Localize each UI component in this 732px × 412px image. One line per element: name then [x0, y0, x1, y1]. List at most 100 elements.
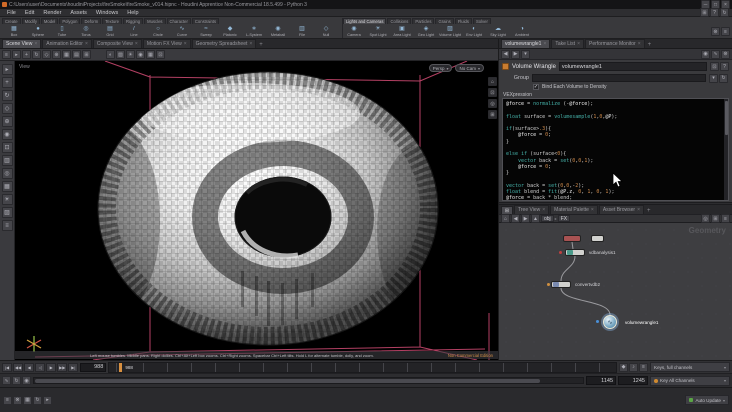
menu-help[interactable]: Help — [123, 10, 142, 16]
network-editor-canvas[interactable]: Geometry vdbanalysis1 convertvdb2 ∿ volu… — [499, 223, 732, 360]
transport-play-button[interactable]: ▶ — [46, 362, 57, 372]
menu-edit[interactable]: Edit — [21, 10, 38, 16]
pane-tab-material-palette[interactable]: Material Palette × — [550, 205, 598, 214]
net-up-icon[interactable]: ▲ — [531, 214, 540, 223]
code-scrollbar-thumb[interactable] — [724, 101, 728, 135]
view-home-icon[interactable]: ⌂ — [488, 77, 497, 86]
memory-icon[interactable]: ▦ — [23, 395, 32, 405]
net-path-obj[interactable]: obj — [541, 215, 554, 222]
menu-assets[interactable]: Assets — [66, 10, 91, 16]
shelf-tool-area-light[interactable]: ▣ Area Light — [390, 26, 414, 37]
node-label-volumewrangle[interactable]: volumewrangle1 — [625, 320, 658, 325]
shelf-tool-metaball[interactable]: ◉ Metaball — [266, 26, 290, 37]
camera-persp-button[interactable]: Persp ▾ — [428, 64, 453, 72]
layout-grid-icon[interactable]: ⊞ — [700, 8, 709, 17]
node-label-vdbanalysis[interactable]: vdbanalysis1 — [589, 250, 616, 255]
close-icon[interactable]: × — [34, 41, 37, 47]
pane-tab-animation-editor[interactable]: Animation Editor × — [42, 39, 92, 48]
cook-icon[interactable]: ↻ — [33, 395, 42, 405]
shelf-tool-box[interactable]: ▦ Box — [2, 26, 26, 37]
shelf-tool-geo-light[interactable]: ◈ Geo Light — [414, 26, 438, 37]
bind-density-checkbox[interactable]: ✓ — [533, 84, 539, 90]
render-region-icon[interactable]: ⊡ — [1, 142, 13, 153]
channel-scope-dropdown[interactable]: Keys, full channels ▾ — [650, 362, 730, 372]
shelf-tool-grid[interactable]: ▤ Grid — [98, 26, 122, 37]
pane-tab-composite-view[interactable]: Composite View × — [92, 39, 142, 48]
net-back-icon[interactable]: ◀ — [511, 214, 520, 223]
light-toggle-icon[interactable]: ☀ — [1, 194, 13, 205]
code-scrollbar[interactable] — [724, 99, 728, 200]
gear-icon[interactable]: ⊛ — [721, 49, 730, 59]
range-end-field[interactable]: 1245 — [618, 376, 648, 385]
shelf-tool-curve[interactable]: ∿ Curve — [170, 26, 194, 37]
snap-point-icon[interactable]: ▤ — [72, 50, 81, 59]
update-mode-dropdown[interactable]: Auto Update ▾ — [685, 395, 729, 405]
pane-tab-tree-view[interactable]: Tree View × — [514, 205, 550, 214]
audio-icon[interactable]: ♪ — [629, 362, 638, 372]
shelf-tool-ambient[interactable]: ◑ Ambient — [510, 26, 534, 37]
transport-prev-key-button[interactable]: ◀◀ — [13, 362, 24, 372]
rotate-tool-icon[interactable]: ↻ — [1, 90, 13, 101]
message-log-icon[interactable]: ≡ — [3, 395, 12, 405]
pane-tab-scene-view[interactable]: Scene View × — [2, 39, 42, 48]
shelf-tool-sky-light[interactable]: ☁ Sky Light — [486, 26, 510, 37]
group-dropdown-icon[interactable]: ▾ — [709, 73, 718, 83]
snapshot-icon[interactable]: ◎ — [1, 168, 13, 179]
pane-tab-take-list[interactable]: Take List × — [551, 39, 584, 48]
display-options-icon[interactable]: ⊡ — [156, 50, 165, 59]
pane-tab-performance-monitor[interactable]: Performance Monitor × — [585, 39, 645, 48]
back-arrow-icon[interactable]: ◀ — [501, 49, 510, 59]
timeline-range-scrollbar[interactable] — [33, 377, 584, 384]
close-icon[interactable]: × — [184, 41, 187, 47]
shelf-gear-icon[interactable]: ⊛ — [711, 27, 720, 36]
close-icon[interactable]: × — [135, 41, 138, 47]
close-icon[interactable]: × — [85, 41, 88, 47]
pin-icon[interactable]: ◉ — [701, 49, 710, 59]
close-icon[interactable]: × — [577, 41, 580, 47]
select-tool-icon[interactable]: ▸ — [1, 64, 13, 75]
wireframe-icon[interactable]: ▧ — [116, 50, 125, 59]
node-name-field[interactable]: volumewrangle1 — [558, 62, 707, 71]
camera-view-icon[interactable]: ◉ — [136, 50, 145, 59]
pane-tab-volumewrangle1[interactable]: volumewrangle1 × — [501, 39, 551, 48]
help-circle-icon[interactable]: ? — [720, 62, 729, 71]
viewport-layout-icon[interactable]: ⊞ — [82, 50, 91, 59]
flipbook-icon[interactable]: ▥ — [1, 155, 13, 166]
keyframe-icon[interactable]: ◆ — [619, 362, 628, 372]
shelf-tool-tube[interactable]: ▯ Tube — [50, 26, 74, 37]
loop-icon[interactable]: ↻ — [12, 376, 21, 385]
net-forward-icon[interactable]: ▶ — [521, 214, 530, 223]
net-display-icon[interactable]: ◎ — [701, 214, 710, 223]
transport-prev-frame-button[interactable]: ◀ — [24, 362, 35, 372]
translate-icon[interactable]: + — [22, 50, 31, 59]
range-scrollbar-thumb[interactable] — [35, 379, 541, 383]
grid-toggle-icon[interactable]: ▦ — [1, 181, 13, 192]
pane-tab-asset-browser[interactable]: Asset Browser × — [598, 205, 644, 214]
playhead[interactable] — [119, 362, 123, 372]
add-pane-tab-button[interactable]: + — [257, 42, 265, 48]
menu-file[interactable]: File — [3, 10, 20, 16]
group-reset-icon[interactable]: ↻ — [719, 73, 728, 83]
rotate-icon[interactable]: ↻ — [32, 50, 41, 59]
shelf-tool-file[interactable]: ▥ File — [290, 26, 314, 37]
scale-icon[interactable]: ◇ — [42, 50, 51, 59]
vex-code-line[interactable]: @force = back * blend; — [506, 195, 722, 200]
shelf-tool-env-light[interactable]: ◐ Env Light — [462, 26, 486, 37]
lock-icon[interactable]: ⊡ — [710, 62, 719, 71]
anim-toggle-icon[interactable]: ∿ — [2, 376, 11, 385]
view-persp-icon[interactable]: ◎ — [488, 99, 497, 108]
transport-next-frame-button[interactable]: ▶▶ — [57, 362, 68, 372]
volume-display-icon[interactable]: ▨ — [1, 207, 13, 218]
shelf-more-icon[interactable]: ≡ — [721, 27, 730, 36]
network-node-convertvdb[interactable] — [551, 281, 571, 288]
display-flags-icon[interactable]: ≡ — [1, 220, 13, 231]
network-node-vdbanalysis[interactable] — [565, 249, 585, 256]
help-icon[interactable]: ? — [710, 8, 719, 17]
shelf-tool-sweep[interactable]: ≈ Sweep — [194, 26, 218, 37]
scale-tool-icon[interactable]: ◇ — [1, 103, 13, 114]
close-icon[interactable]: × — [543, 41, 546, 47]
network-editor-tab[interactable]: ⊞ — [501, 206, 513, 214]
pane-tab-motion-fx-view[interactable]: Motion FX View × — [142, 39, 191, 48]
camera-select-button[interactable]: No Cam ▾ — [455, 64, 484, 72]
shelf-tool-line[interactable]: / Line — [122, 26, 146, 37]
